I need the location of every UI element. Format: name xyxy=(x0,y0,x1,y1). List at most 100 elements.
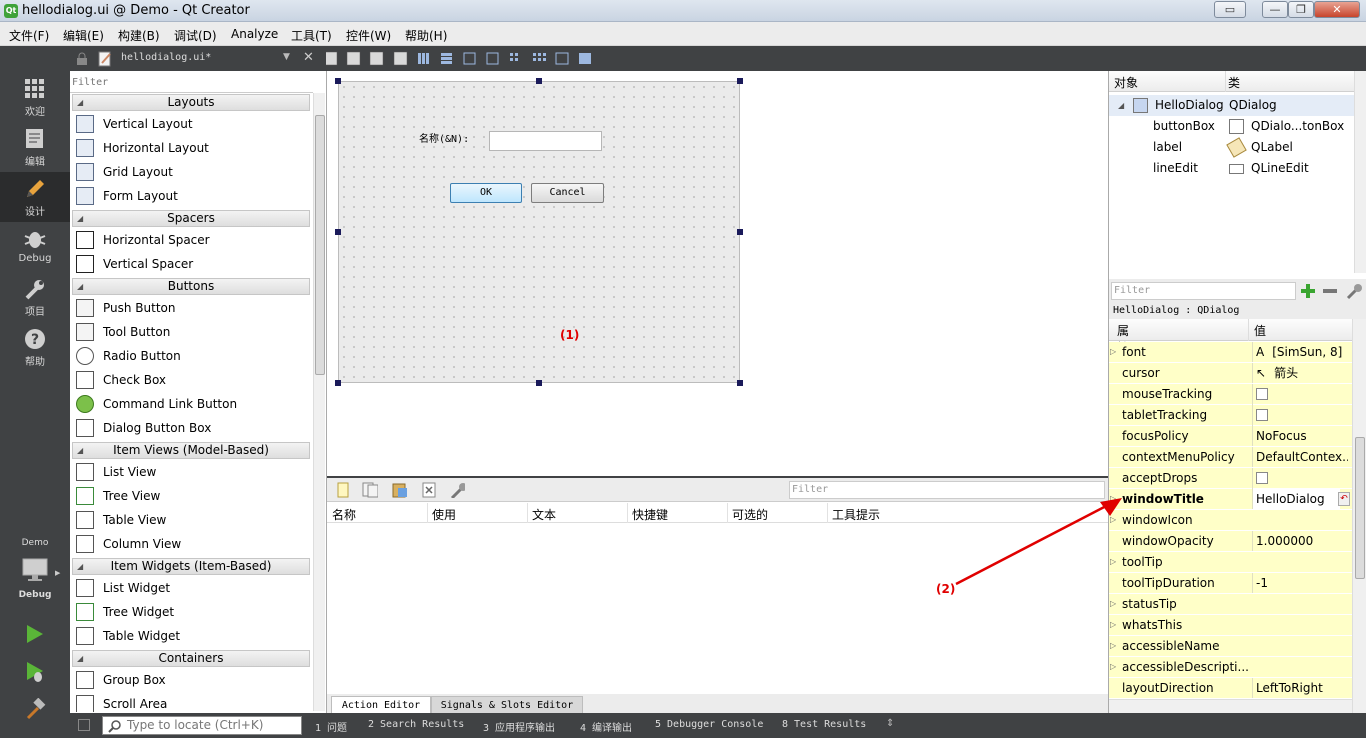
build-hammer-icon[interactable] xyxy=(24,698,46,720)
scrollbar-thumb[interactable] xyxy=(1355,437,1365,579)
checkbox[interactable] xyxy=(1256,409,1268,421)
object-row[interactable]: ◢ HelloDialog QDialog xyxy=(1109,95,1354,116)
widget-scroll-area[interactable]: Scroll Area xyxy=(72,692,310,712)
column-header[interactable]: 文本 xyxy=(532,506,556,523)
property-value[interactable] xyxy=(1252,384,1348,406)
widget-radio-button[interactable]: Radio Button xyxy=(72,344,310,368)
property-editor-scrollbar[interactable] xyxy=(1352,319,1366,713)
resize-handle[interactable] xyxy=(335,229,341,235)
object-inspector-scrollbar[interactable] xyxy=(1354,71,1366,273)
mode-welcome[interactable]: 欢迎 xyxy=(0,72,70,122)
output-pane-application-output[interactable]: 3 应用程序输出 xyxy=(483,719,555,734)
property-row-tablettracking[interactable]: tabletTracking xyxy=(1109,405,1352,427)
column-header[interactable]: 快捷键 xyxy=(632,506,668,523)
column-header[interactable]: 工具提示 xyxy=(832,506,880,523)
run-icon[interactable] xyxy=(24,623,46,645)
widget-horizontal-spacer[interactable]: Horizontal Spacer xyxy=(72,228,310,252)
tab-action-editor[interactable]: Action Editor xyxy=(331,696,431,714)
add-property-plus-icon[interactable] xyxy=(1300,283,1316,299)
widget-tree-widget[interactable]: Tree Widget xyxy=(72,600,310,624)
resize-handle[interactable] xyxy=(737,78,743,84)
menu-analyze[interactable]: Analyze xyxy=(231,27,278,41)
new-action-icon[interactable] xyxy=(335,482,351,498)
configure-wrench-icon[interactable] xyxy=(1345,282,1363,300)
paste-action-icon[interactable] xyxy=(391,482,407,498)
column-header[interactable]: 对象 xyxy=(1114,74,1138,91)
object-row[interactable]: lineEdit QLineEdit xyxy=(1109,158,1354,179)
locate-input[interactable]: Type to locate (Ctrl+K) xyxy=(102,716,302,735)
object-row[interactable]: buttonBox QDialo...tonBox xyxy=(1109,116,1354,137)
property-row-mousetracking[interactable]: mouseTracking xyxy=(1109,384,1352,406)
output-pane-issues[interactable]: 1 问题 xyxy=(315,719,347,734)
widget-column-view[interactable]: Column View xyxy=(72,532,310,556)
property-row-cursor[interactable]: cursor ↖ 箭头 xyxy=(1109,363,1352,384)
widget-horizontal-layout[interactable]: Horizontal Layout xyxy=(72,136,310,160)
widget-table-view[interactable]: Table View xyxy=(72,508,310,532)
property-row-tooltipduration[interactable]: toolTipDuration -1 xyxy=(1109,573,1352,594)
checkbox[interactable] xyxy=(1256,472,1268,484)
scrollbar-thumb[interactable] xyxy=(315,115,325,375)
property-row-focuspolicy[interactable]: focusPolicy NoFocus xyxy=(1109,426,1352,447)
column-header[interactable]: 值 xyxy=(1254,322,1266,339)
property-row-windowopacity[interactable]: windowOpacity 1.000000 xyxy=(1109,531,1352,552)
toggle-sidebar-icon[interactable] xyxy=(78,719,90,731)
widget-vertical-layout[interactable]: Vertical Layout xyxy=(72,112,310,136)
kit-selector-arrow-icon[interactable]: ▶ xyxy=(55,569,60,577)
menu-build[interactable]: 构建(B) xyxy=(118,27,160,44)
property-horizontal-scrollbar[interactable] xyxy=(1109,699,1352,713)
category-item-views[interactable]: ◢ Item Views (Model-Based) xyxy=(72,442,310,459)
widget-table-widget[interactable]: Table Widget xyxy=(72,624,310,648)
form-line-edit[interactable] xyxy=(489,131,602,151)
property-row-accessiblename[interactable]: ▷ accessibleName xyxy=(1109,636,1352,657)
widget-tool-button[interactable]: Tool Button xyxy=(72,320,310,344)
widget-dialog-button-box[interactable]: Dialog Button Box xyxy=(72,416,310,440)
reset-property-icon[interactable]: ↶ xyxy=(1338,492,1350,506)
menu-file[interactable]: 文件(F) xyxy=(9,27,49,44)
column-header[interactable]: 使用 xyxy=(432,506,456,523)
property-value[interactable]: HelloDialog xyxy=(1252,489,1340,509)
widget-grid-layout[interactable]: Grid Layout xyxy=(72,160,310,184)
file-tab-label[interactable]: hellodialog.ui* xyxy=(121,52,211,63)
widget-check-box[interactable]: Check Box xyxy=(72,368,310,392)
mode-edit[interactable]: 编辑 xyxy=(0,122,70,172)
debug-run-icon[interactable] xyxy=(24,660,46,684)
widget-group-box[interactable]: Group Box xyxy=(72,668,310,692)
category-item-widgets[interactable]: ◢ Item Widgets (Item-Based) xyxy=(72,558,310,575)
resize-handle[interactable] xyxy=(737,229,743,235)
property-row-windowicon[interactable]: ▷ windowIcon xyxy=(1109,510,1352,531)
mode-projects[interactable]: 项目 xyxy=(0,272,70,322)
property-value[interactable] xyxy=(1252,468,1348,490)
property-value[interactable]: LeftToRight xyxy=(1252,678,1348,698)
close-button[interactable]: ✕ xyxy=(1314,1,1360,18)
property-row-accessibledescription[interactable]: ▷ accessibleDescripti... xyxy=(1109,657,1352,678)
property-row-contextmenupolicy[interactable]: contextMenuPolicy DefaultContex... xyxy=(1109,447,1352,468)
column-header[interactable]: 名称 xyxy=(332,506,356,523)
property-row-tooltip[interactable]: ▷ toolTip xyxy=(1109,552,1352,573)
property-value[interactable]: DefaultContex... xyxy=(1252,447,1348,467)
expand-arrow-icon[interactable]: ▷ xyxy=(1110,342,1116,362)
checkbox[interactable] xyxy=(1256,388,1268,400)
mode-debug[interactable]: Debug xyxy=(0,222,70,272)
form-cancel-button[interactable]: Cancel xyxy=(531,183,604,203)
resize-handle[interactable] xyxy=(335,380,341,386)
column-header[interactable]: 类 xyxy=(1228,74,1240,91)
minimize-button[interactable]: — xyxy=(1262,1,1288,18)
output-pane-search-results[interactable]: 2 Search Results xyxy=(368,719,464,730)
property-value[interactable]: A [SimSun, 8] xyxy=(1252,342,1348,362)
tab-signals-slots-editor[interactable]: Signals & Slots Editor xyxy=(431,696,583,714)
resize-handle[interactable] xyxy=(536,78,542,84)
form-name-label[interactable]: 名称(&N): xyxy=(419,130,469,145)
form-ok-button[interactable]: OK xyxy=(450,183,522,203)
copy-action-icon[interactable] xyxy=(362,482,378,498)
property-row-windowtitle[interactable]: ▷ windowTitle HelloDialog ↶ xyxy=(1109,489,1352,510)
expand-arrow-icon[interactable]: ▷ xyxy=(1110,636,1116,656)
output-pane-debugger-console[interactable]: 5 Debugger Console xyxy=(655,719,763,730)
property-row-layoutdirection[interactable]: layoutDirection LeftToRight xyxy=(1109,678,1352,699)
property-value[interactable]: ↖ 箭头 xyxy=(1252,363,1348,383)
menu-help[interactable]: 帮助(H) xyxy=(405,27,447,44)
widget-push-button[interactable]: Push Button xyxy=(72,296,310,320)
expand-arrow-icon[interactable]: ▷ xyxy=(1110,594,1116,614)
column-header[interactable]: 可选的 xyxy=(732,506,768,523)
output-pane-compile-output[interactable]: 4 编译输出 xyxy=(580,719,632,734)
widget-vertical-spacer[interactable]: Vertical Spacer xyxy=(72,252,310,276)
